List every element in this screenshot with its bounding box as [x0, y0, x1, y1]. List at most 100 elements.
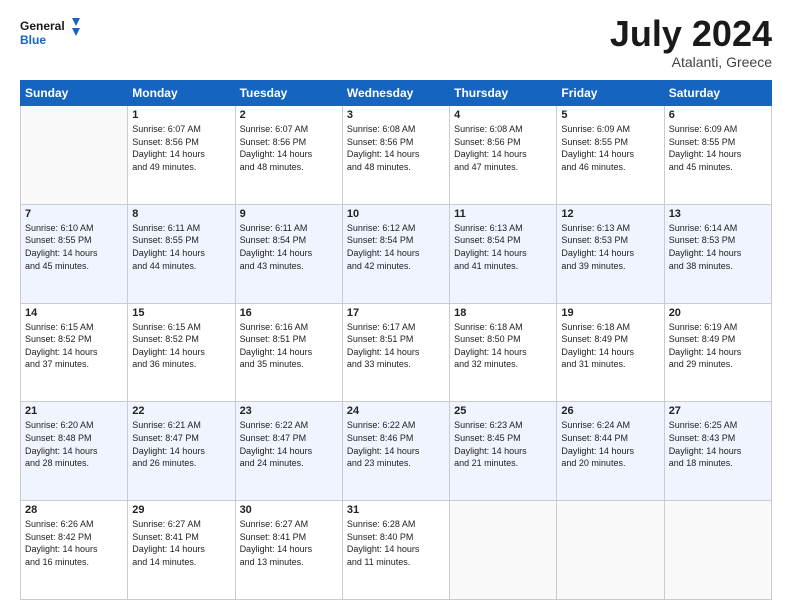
day-info: Sunrise: 6:27 AMSunset: 8:41 PMDaylight:… [240, 518, 338, 568]
table-row: 12 Sunrise: 6:13 AMSunset: 8:53 PMDayligh… [557, 204, 664, 303]
day-number: 10 [347, 208, 445, 220]
day-info: Sunrise: 6:21 AMSunset: 8:47 PMDaylight:… [132, 419, 230, 469]
table-row: 4 Sunrise: 6:08 AMSunset: 8:56 PMDaylight… [450, 106, 557, 205]
table-row: 3 Sunrise: 6:08 AMSunset: 8:56 PMDaylight… [342, 106, 449, 205]
day-number: 7 [25, 208, 123, 220]
day-number: 26 [561, 405, 659, 417]
table-row: 17Sunrise: 6:17 AMSunset: 8:51 PMDayligh… [342, 303, 449, 402]
day-number: 1 [132, 109, 230, 121]
table-row: 7Sunrise: 6:10 AMSunset: 8:55 PMDaylight… [21, 204, 128, 303]
table-row: 14Sunrise: 6:15 AMSunset: 8:52 PMDayligh… [21, 303, 128, 402]
table-row: 13Sunrise: 6:14 AMSunset: 8:53 PMDayligh… [664, 204, 771, 303]
day-number: 30 [240, 504, 338, 516]
calendar-week-5: 28 Sunrise: 6:26 AMSunset: 8:42 PMDayligh… [21, 501, 772, 600]
day-info: Sunrise: 6:26 AMSunset: 8:42 PMDaylight:… [25, 518, 123, 568]
table-row: 15 Sunrise: 6:15 AMSunset: 8:52 PMDayligh… [128, 303, 235, 402]
day-info: Sunrise: 6:08 AMSunset: 8:56 PMDaylight:… [347, 123, 445, 173]
day-number: 3 [347, 109, 445, 121]
col-sunday: Sunday [21, 81, 128, 106]
day-number: 13 [669, 208, 767, 220]
title-block: July 2024 Atalanti, Greece [610, 16, 772, 70]
table-row: 28 Sunrise: 6:26 AMSunset: 8:42 PMDayligh… [21, 501, 128, 600]
table-row: 9 Sunrise: 6:11 AMSunset: 8:54 PMDaylight… [235, 204, 342, 303]
day-info: Sunrise: 6:22 AMSunset: 8:46 PMDaylight:… [347, 419, 445, 469]
header-row: Sunday Monday Tuesday Wednesday Thursday… [21, 81, 772, 106]
table-row: 1 Sunrise: 6:07 AMSunset: 8:56 PMDaylight… [128, 106, 235, 205]
month-title: July 2024 [610, 16, 772, 52]
day-number: 19 [561, 307, 659, 319]
day-info: Sunrise: 6:13 AMSunset: 8:54 PMDaylight:… [454, 222, 552, 272]
day-number: 5 [561, 109, 659, 121]
table-row: 18 Sunrise: 6:18 AMSunset: 8:50 PMDayligh… [450, 303, 557, 402]
table-row: 24 Sunrise: 6:22 AMSunset: 8:46 PMDayligh… [342, 402, 449, 501]
day-number: 24 [347, 405, 445, 417]
day-number: 18 [454, 307, 552, 319]
day-info: Sunrise: 6:18 AMSunset: 8:49 PMDaylight:… [561, 321, 659, 371]
table-row [450, 501, 557, 600]
table-row: 11Sunrise: 6:13 AMSunset: 8:54 PMDayligh… [450, 204, 557, 303]
table-row: 6 Sunrise: 6:09 AMSunset: 8:55 PMDaylight… [664, 106, 771, 205]
table-row: 21 Sunrise: 6:20 AMSunset: 8:48 PMDayligh… [21, 402, 128, 501]
day-info: Sunrise: 6:27 AMSunset: 8:41 PMDaylight:… [132, 518, 230, 568]
col-friday: Friday [557, 81, 664, 106]
day-info: Sunrise: 6:18 AMSunset: 8:50 PMDaylight:… [454, 321, 552, 371]
day-info: Sunrise: 6:07 AMSunset: 8:56 PMDaylight:… [240, 123, 338, 173]
day-info: Sunrise: 6:19 AMSunset: 8:49 PMDaylight:… [669, 321, 767, 371]
col-wednesday: Wednesday [342, 81, 449, 106]
day-number: 22 [132, 405, 230, 417]
day-info: Sunrise: 6:07 AMSunset: 8:56 PMDaylight:… [132, 123, 230, 173]
day-info: Sunrise: 6:24 AMSunset: 8:44 PMDaylight:… [561, 419, 659, 469]
day-info: Sunrise: 6:16 AMSunset: 8:51 PMDaylight:… [240, 321, 338, 371]
day-number: 20 [669, 307, 767, 319]
col-tuesday: Tuesday [235, 81, 342, 106]
table-row: 10 Sunrise: 6:12 AMSunset: 8:54 PMDayligh… [342, 204, 449, 303]
calendar-week-2: 7Sunrise: 6:10 AMSunset: 8:55 PMDaylight… [21, 204, 772, 303]
day-number: 12 [561, 208, 659, 220]
day-number: 21 [25, 405, 123, 417]
table-row [21, 106, 128, 205]
day-number: 27 [669, 405, 767, 417]
table-row: 8Sunrise: 6:11 AMSunset: 8:55 PMDaylight… [128, 204, 235, 303]
col-thursday: Thursday [450, 81, 557, 106]
day-number: 17 [347, 307, 445, 319]
col-saturday: Saturday [664, 81, 771, 106]
day-info: Sunrise: 6:15 AMSunset: 8:52 PMDaylight:… [25, 321, 123, 371]
calendar-week-4: 21 Sunrise: 6:20 AMSunset: 8:48 PMDayligh… [21, 402, 772, 501]
day-info: Sunrise: 6:15 AMSunset: 8:52 PMDaylight:… [132, 321, 230, 371]
day-info: Sunrise: 6:23 AMSunset: 8:45 PMDaylight:… [454, 419, 552, 469]
table-row: 19 Sunrise: 6:18 AMSunset: 8:49 PMDayligh… [557, 303, 664, 402]
day-number: 4 [454, 109, 552, 121]
day-info: Sunrise: 6:09 AMSunset: 8:55 PMDaylight:… [561, 123, 659, 173]
table-row [557, 501, 664, 600]
day-info: Sunrise: 6:13 AMSunset: 8:53 PMDaylight:… [561, 222, 659, 272]
day-number: 23 [240, 405, 338, 417]
subtitle: Atalanti, Greece [610, 54, 772, 70]
day-number: 2 [240, 109, 338, 121]
day-number: 9 [240, 208, 338, 220]
table-row: 25 Sunrise: 6:23 AMSunset: 8:45 PMDayligh… [450, 402, 557, 501]
day-number: 29 [132, 504, 230, 516]
day-number: 25 [454, 405, 552, 417]
table-row: 16Sunrise: 6:16 AMSunset: 8:51 PMDayligh… [235, 303, 342, 402]
day-info: Sunrise: 6:12 AMSunset: 8:54 PMDaylight:… [347, 222, 445, 272]
table-row: 22 Sunrise: 6:21 AMSunset: 8:47 PMDayligh… [128, 402, 235, 501]
table-row: 20 Sunrise: 6:19 AMSunset: 8:49 PMDayligh… [664, 303, 771, 402]
table-row: 2 Sunrise: 6:07 AMSunset: 8:56 PMDaylight… [235, 106, 342, 205]
day-info: Sunrise: 6:08 AMSunset: 8:56 PMDaylight:… [454, 123, 552, 173]
day-number: 15 [132, 307, 230, 319]
col-monday: Monday [128, 81, 235, 106]
day-number: 8 [132, 208, 230, 220]
day-info: Sunrise: 6:22 AMSunset: 8:47 PMDaylight:… [240, 419, 338, 469]
day-info: Sunrise: 6:20 AMSunset: 8:48 PMDaylight:… [25, 419, 123, 469]
day-number: 28 [25, 504, 123, 516]
day-number: 31 [347, 504, 445, 516]
day-info: Sunrise: 6:11 AMSunset: 8:54 PMDaylight:… [240, 222, 338, 272]
day-info: Sunrise: 6:09 AMSunset: 8:55 PMDaylight:… [669, 123, 767, 173]
table-row: 5 Sunrise: 6:09 AMSunset: 8:55 PMDaylight… [557, 106, 664, 205]
svg-text:Blue: Blue [20, 33, 46, 47]
svg-text:General: General [20, 19, 65, 33]
day-info: Sunrise: 6:28 AMSunset: 8:40 PMDaylight:… [347, 518, 445, 568]
day-number: 6 [669, 109, 767, 121]
logo: General Blue [20, 16, 80, 52]
table-row: 30 Sunrise: 6:27 AMSunset: 8:41 PMDayligh… [235, 501, 342, 600]
